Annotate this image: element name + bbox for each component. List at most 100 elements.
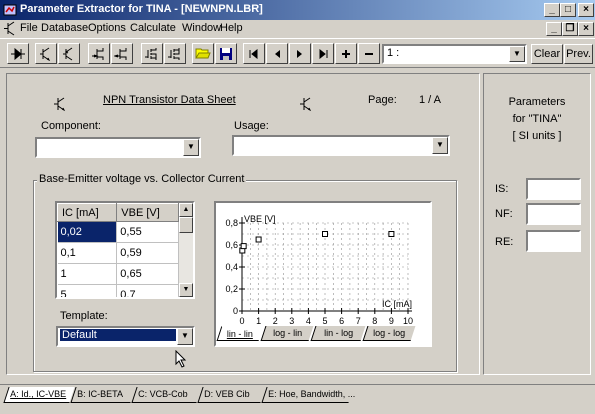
add-record-button[interactable] (335, 43, 357, 64)
column-header-vbe[interactable]: VBE [V] (116, 203, 179, 222)
param-label-nf: NF: (495, 208, 513, 220)
last-record-button[interactable] (312, 43, 334, 64)
clear-button[interactable]: Clear (531, 44, 563, 64)
page-value: 1 / A (419, 94, 442, 106)
chart-tab[interactable]: lin - lin (216, 326, 264, 341)
diode-button[interactable] (7, 43, 29, 64)
menu-database[interactable]: Database (41, 22, 88, 34)
next-icon (297, 49, 302, 58)
param-label-is: IS: (495, 183, 509, 195)
chart-tab-label: lin - log (324, 328, 354, 338)
save-button[interactable] (215, 43, 237, 64)
cell-ic[interactable]: 5 (57, 284, 118, 297)
prev-button[interactable]: Prev. (564, 44, 593, 64)
chart-tab[interactable]: lin - log (310, 326, 366, 341)
record-select-value: 1 : (387, 47, 400, 59)
chart-tab[interactable]: log - lin (260, 326, 314, 341)
njfet-button[interactable] (88, 43, 110, 64)
close-button[interactable]: × (578, 3, 594, 17)
transistor-icon[interactable] (3, 21, 17, 36)
pmos-button[interactable] (164, 43, 186, 64)
usage-select[interactable]: ▼ (232, 135, 450, 156)
npn-button[interactable] (35, 43, 57, 64)
cell-ic[interactable]: 0,1 (57, 242, 118, 264)
title-bar[interactable]: Parameter Extractor for TINA - [NEWNPN.L… (0, 0, 595, 20)
pmos-icon (168, 47, 180, 60)
npn-transistor-icon (54, 97, 66, 112)
njfet-icon (92, 47, 104, 60)
chevron-down-icon[interactable]: ▼ (509, 46, 525, 62)
cell-ic[interactable]: 0,02 (57, 221, 118, 243)
scroll-up-icon[interactable]: ▲ (179, 203, 193, 217)
menu-window[interactable]: Window (182, 22, 221, 34)
page-tab[interactable]: B: IC-BETA (70, 387, 136, 403)
page-tabs: A: Id., IC-VBE B: IC-BETA C: VCB-Cob D: VEB… (3, 387, 595, 405)
app-icon (3, 4, 17, 16)
param-field-is[interactable] (526, 178, 581, 200)
template-select[interactable]: Default ▼ (56, 326, 195, 347)
param-field-nf[interactable] (526, 203, 581, 225)
param-field-re[interactable] (526, 230, 581, 252)
page-tab[interactable]: E: Hoe, Bandwidth, ... (261, 387, 355, 403)
data-point (255, 236, 262, 243)
cell-vbe[interactable]: 0,65 (116, 263, 179, 285)
delete-record-button[interactable] (358, 43, 380, 64)
page-tab[interactable]: D: VEB Cib (197, 387, 266, 403)
template-value: Default (60, 329, 176, 341)
group-label: Base-Emitter voltage vs. Collector Curre… (37, 173, 247, 185)
record-select[interactable]: 1 : ▼ (382, 44, 527, 64)
chart-tab-label: lin - lin (227, 329, 254, 339)
previous-record-button[interactable] (266, 43, 288, 64)
cell-vbe[interactable]: 0,59 (116, 242, 179, 264)
grid-scrollbar[interactable]: ▲ ▼ (179, 203, 193, 297)
pjfet-icon (114, 47, 127, 60)
chart-tab[interactable]: log - log (362, 326, 416, 341)
chart-area[interactable]: 0 1 2 3 4 5 6 7 8 9 10 0 0,2 0,4 0,6 0,8 VBE [V] IC [mA] … (214, 201, 432, 347)
menu-file[interactable]: File (20, 22, 38, 34)
param-label-re: RE: (495, 236, 514, 248)
column-header-ic[interactable]: IC [mA] (57, 203, 118, 222)
data-grid[interactable]: IC [mA] VBE [V] 0,02 0,55 0,1 0,59 1 0,6… (55, 201, 195, 299)
menu-options[interactable]: Options (88, 22, 126, 34)
cell-vbe[interactable]: 0,55 (116, 221, 179, 243)
sheet-title: NPN Transistor Data Sheet (103, 94, 236, 106)
page-tab[interactable]: C: VCB-Cob (131, 387, 202, 403)
page-tab[interactable]: A: Id., IC-VBE (3, 387, 75, 403)
mdi-minimize-button[interactable]: _ (546, 22, 562, 36)
cell-vbe[interactable]: 0,7 (116, 284, 179, 297)
plus-icon (342, 49, 350, 58)
cell-ic[interactable]: 1 (57, 263, 118, 285)
minimize-button[interactable]: _ (544, 3, 560, 17)
pnp-transistor-icon (63, 47, 73, 60)
menu-help[interactable]: Help (220, 22, 243, 34)
table-row[interactable]: 0,02 0,55 (57, 221, 179, 243)
pjfet-button[interactable] (111, 43, 133, 64)
component-select[interactable]: ▼ (35, 137, 201, 158)
data-point (388, 231, 395, 237)
mdi-close-button[interactable]: × (578, 22, 594, 36)
first-record-button[interactable] (243, 43, 265, 64)
page-tab-label: D: VEB Cib (204, 389, 250, 399)
mdi-restore-button[interactable]: ❐ (562, 22, 578, 36)
page-tab-label: C: VCB-Cob (138, 389, 188, 399)
data-sheet-panel: NPN Transistor Data Sheet Page: 1 / A Co… (6, 73, 480, 375)
scroll-down-icon[interactable]: ▼ (179, 283, 193, 297)
menu-calculate[interactable]: Calculate (130, 22, 176, 34)
table-row[interactable]: 0,1 0,59 (57, 242, 179, 264)
template-label: Template: (60, 310, 108, 322)
table-row[interactable]: 1 0,65 (57, 263, 179, 285)
chevron-down-icon[interactable]: ▼ (177, 328, 193, 345)
chart-tab-label: log - lin (273, 328, 303, 338)
scroll-thumb[interactable] (179, 217, 193, 233)
nmos-button[interactable] (141, 43, 163, 64)
next-record-button[interactable] (289, 43, 311, 64)
chevron-down-icon[interactable]: ▼ (432, 137, 448, 154)
first-icon (249, 48, 258, 59)
pnp-button[interactable] (58, 43, 80, 64)
open-button[interactable] (192, 43, 214, 64)
table-row[interactable]: 5 0,7 (57, 284, 179, 297)
parameters-heading-line: for "TINA" (512, 113, 562, 125)
mouse-cursor-icon (175, 350, 187, 368)
maximize-button[interactable]: □ (560, 3, 576, 17)
chevron-down-icon[interactable]: ▼ (183, 139, 199, 156)
